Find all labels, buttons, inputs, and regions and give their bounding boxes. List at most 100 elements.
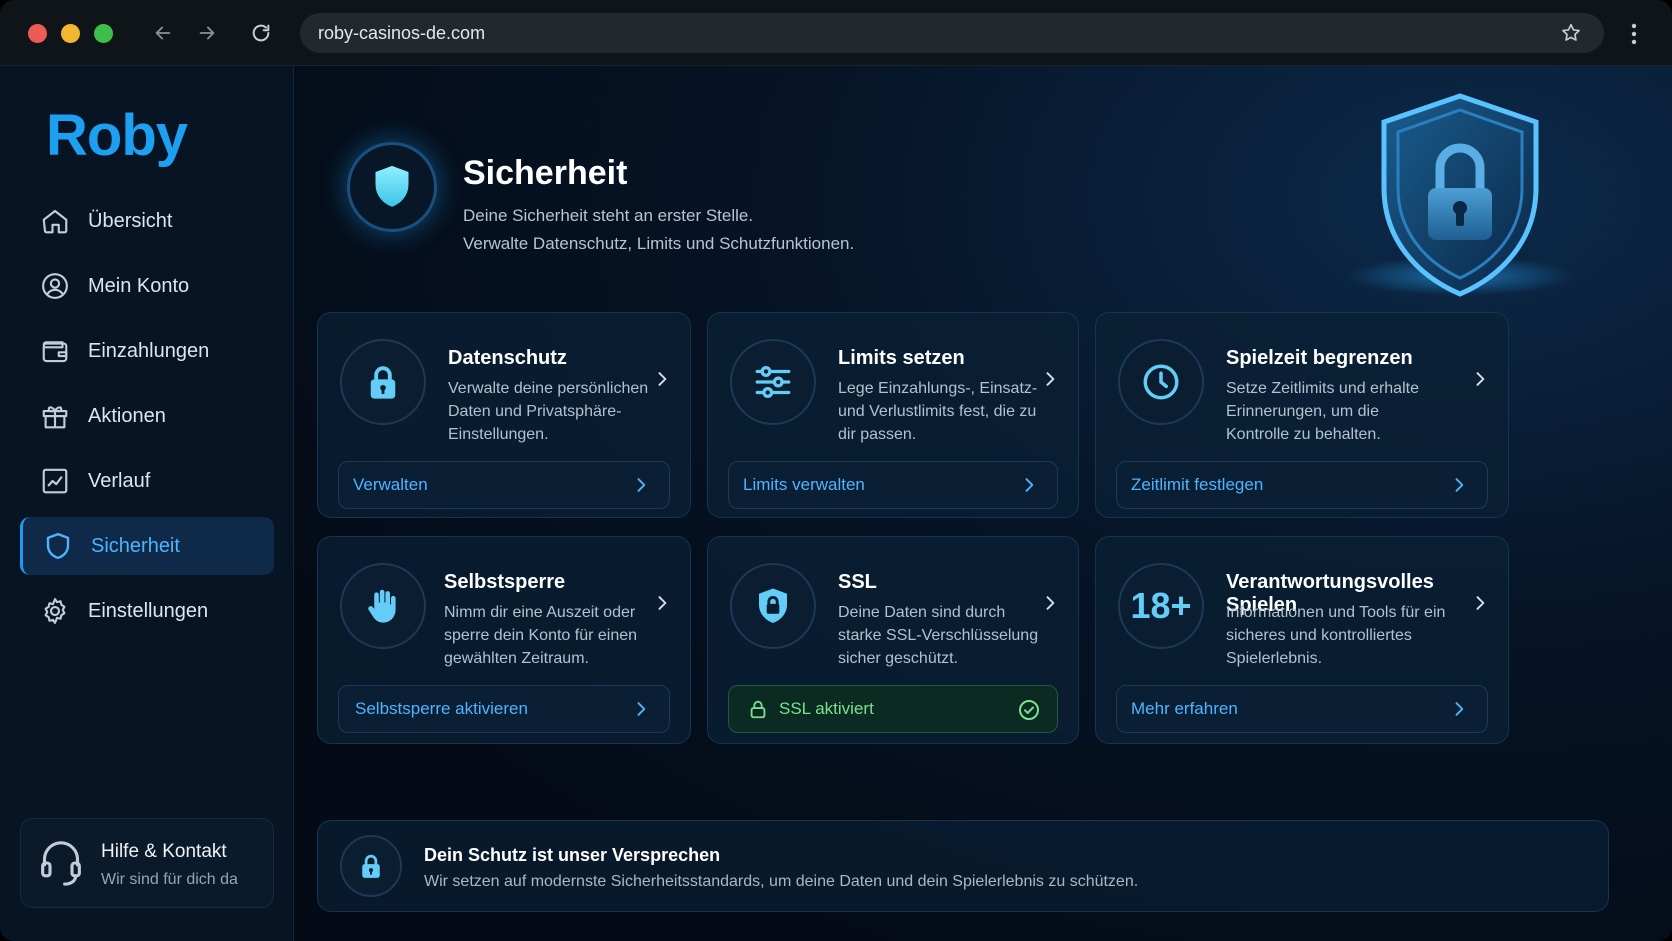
card-icon-badge: [730, 339, 816, 425]
card-icon-badge: [1118, 339, 1204, 425]
clock-icon: [1143, 364, 1179, 400]
close-window-button[interactable]: [28, 24, 47, 43]
more-menu-icon[interactable]: [1624, 22, 1644, 46]
chevron-right-icon: [1455, 478, 1464, 492]
hand-stop-icon: [368, 589, 396, 623]
card-description: Setze Zeitlimits und erhalte Erinnerunge…: [1226, 380, 1419, 443]
card-description: Deine Daten sind durch starke SSL-Versch…: [838, 604, 1039, 667]
card-icon-badge: [340, 563, 426, 649]
chevron-right-icon: [1025, 478, 1034, 492]
card-description: Nimm dir eine Auszeit oder sperre dein K…: [444, 604, 638, 667]
activate-self-exclusion-button[interactable]: Selbstsperre aktivieren: [338, 685, 670, 733]
ssl-status-badge: SSL aktiviert: [728, 685, 1058, 733]
card-description: Verwalte deine persönlichen Daten und Pr…: [448, 380, 649, 443]
minimize-window-button[interactable]: [61, 24, 80, 43]
chart-line-icon: [42, 468, 68, 494]
protection-promise-banner: Dein Schutz ist unser Versprechen Wir se…: [317, 820, 1609, 912]
main-content: Sicherheit Deine Sicherheit steht an ers…: [295, 66, 1672, 941]
sidebar-item-overview[interactable]: Übersicht: [20, 192, 274, 250]
check-circle-icon: [1019, 700, 1039, 720]
back-button[interactable]: [148, 18, 178, 48]
forward-button[interactable]: [192, 18, 222, 48]
shield-icon: [375, 165, 409, 207]
chevron-right-icon[interactable]: [1470, 593, 1490, 613]
chevron-right-icon[interactable]: [1470, 369, 1490, 389]
help-subtitle: Wir sind für dich da: [101, 871, 238, 888]
chevron-right-icon[interactable]: [1040, 369, 1060, 389]
chevron-right-icon[interactable]: [1040, 593, 1060, 613]
sliders-icon: [755, 365, 791, 399]
gear-icon: [44, 598, 66, 624]
shield-icon: [46, 532, 70, 560]
card-icon-badge: [730, 563, 816, 649]
card-ssl: SSL Deine Daten sind durch starke SSL-Ve…: [707, 536, 1079, 744]
shield-lock-illustration-icon: [1381, 93, 1539, 297]
card-title: Spielzeit begrenzen: [1226, 347, 1413, 369]
chevron-right-icon: [637, 478, 646, 492]
address-bar[interactable]: roby-casinos-de.com: [300, 13, 1604, 53]
sidebar-item-label: Einstellungen: [88, 599, 209, 622]
chevron-right-icon[interactable]: [652, 369, 672, 389]
promise-text: Wir setzen auf modernste Sicherheitsstan…: [424, 873, 1139, 890]
card-limits: Limits setzen Lege Einzahlungs-, Einsatz…: [707, 312, 1079, 518]
card-description: Informationen und Tools für ein sicheres…: [1226, 604, 1446, 667]
arrow-right-icon: [199, 26, 215, 40]
learn-more-button[interactable]: Mehr erfahren: [1116, 685, 1488, 733]
card-title: Limits setzen: [838, 347, 965, 369]
card-title: Selbstsperre: [444, 571, 566, 593]
reload-button[interactable]: [246, 18, 276, 48]
promise-icon-badge: [340, 835, 402, 897]
card-title: Datenschutz: [448, 347, 567, 369]
wallet-icon: [42, 341, 68, 363]
arrow-left-icon: [155, 26, 171, 40]
sidebar-item-security[interactable]: Sicherheit: [20, 517, 274, 575]
shield-lock-icon: [759, 588, 787, 623]
url-text: roby-casinos-de.com: [318, 22, 486, 43]
chevron-right-icon: [1455, 702, 1464, 716]
browser-window: roby-casinos-de.com Roby Übersicht Mein …: [0, 0, 1672, 941]
sidebar-item-label: Aktionen: [88, 404, 166, 427]
sidebar-item-settings[interactable]: Einstellungen: [20, 582, 274, 640]
age-18-icon: 18+: [1118, 563, 1204, 649]
reload-icon: [252, 24, 270, 42]
help-contact-box[interactable]: Hilfe & Kontakt Wir sind für dich da: [20, 818, 274, 908]
button-label: Verwalten: [353, 475, 428, 494]
set-time-limit-button[interactable]: Zeitlimit festlegen: [1116, 461, 1488, 509]
headset-icon: [41, 841, 81, 886]
sidebar-item-history[interactable]: Verlauf: [20, 452, 274, 510]
bookmark-star-icon[interactable]: [1560, 22, 1582, 44]
button-label: Limits verwalten: [743, 475, 865, 494]
manage-privacy-button[interactable]: Verwalten: [338, 461, 670, 509]
card-self-exclusion: Selbstsperre Nimm dir eine Auszeit oder …: [317, 536, 691, 744]
sidebar-item-account[interactable]: Mein Konto: [20, 257, 274, 315]
button-label: Mehr erfahren: [1131, 699, 1238, 718]
sidebar-item-label: Einzahlungen: [88, 339, 210, 362]
manage-limits-button[interactable]: Limits verwalten: [728, 461, 1058, 509]
card-playtime: Spielzeit begrenzen Setze Zeitlimits und…: [1095, 312, 1509, 518]
ssl-status-label: SSL aktiviert: [779, 699, 874, 718]
gift-icon: [42, 406, 68, 429]
brand-logo[interactable]: Roby: [46, 102, 188, 169]
home-icon: [42, 209, 68, 234]
sidebar-item-promotions[interactable]: Aktionen: [20, 387, 274, 445]
sidebar-item-deposits[interactable]: Einzahlungen: [20, 322, 274, 380]
user-circle-icon: [42, 273, 68, 299]
sidebar: Roby Übersicht Mein Konto Einzahlungen A…: [0, 66, 294, 941]
card-description: Lege Einzahlungs-, Einsatz- und Verlustl…: [838, 380, 1038, 443]
card-title: SSL: [838, 571, 877, 593]
lock-icon: [370, 366, 396, 399]
sidebar-item-label: Übersicht: [88, 209, 173, 232]
page-shield-badge: [347, 142, 437, 232]
card-privacy: Datenschutz Verwalte deine persönlichen …: [317, 312, 691, 518]
lock-icon: [362, 854, 380, 878]
sidebar-item-label: Sicherheit: [91, 534, 180, 557]
browser-toolbar: roby-casinos-de.com: [0, 0, 1672, 66]
chevron-right-icon[interactable]: [652, 593, 672, 613]
card-icon-badge: [340, 339, 426, 425]
maximize-window-button[interactable]: [94, 24, 113, 43]
card-responsible-gaming: 18+ Verantwortungsvolles Spielen Informa…: [1095, 536, 1509, 744]
button-label: Zeitlimit festlegen: [1131, 475, 1264, 494]
sidebar-item-label: Mein Konto: [88, 274, 190, 297]
sidebar-item-label: Verlauf: [88, 469, 151, 492]
chevron-right-icon: [637, 702, 646, 716]
